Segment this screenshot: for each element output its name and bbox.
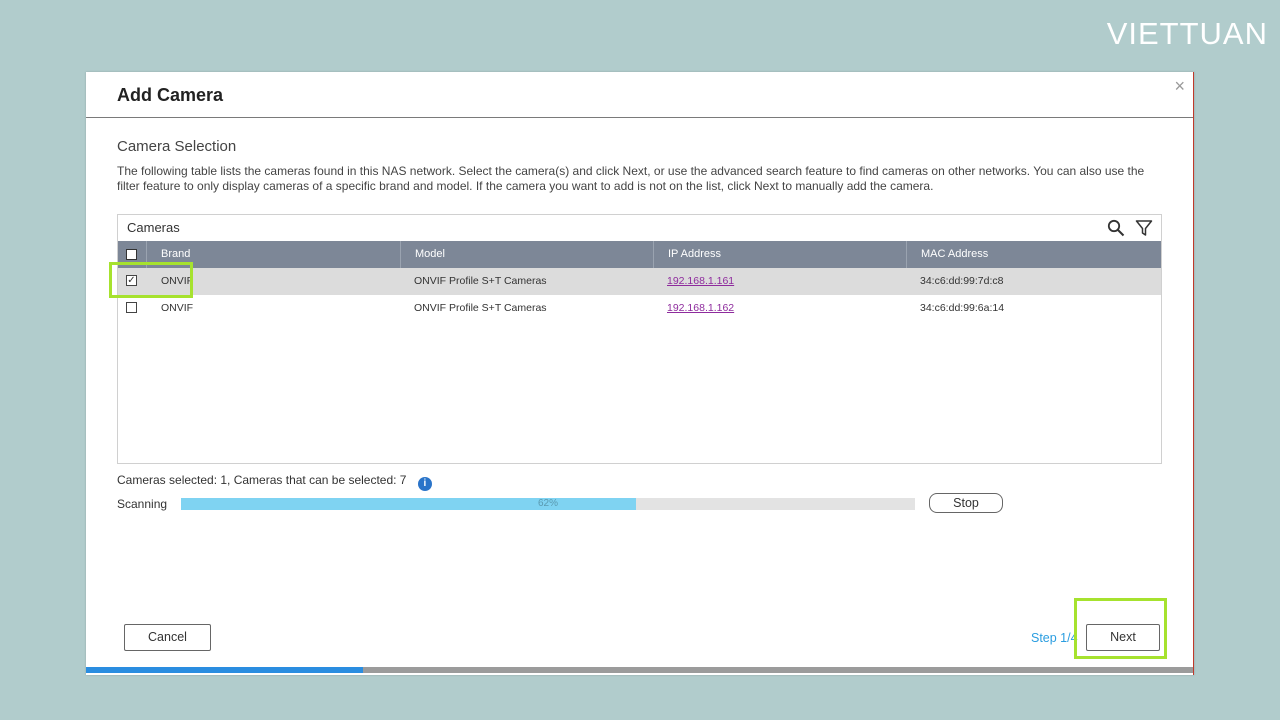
close-icon[interactable]: ×	[1174, 76, 1185, 97]
table-header: Brand Model IP Address MAC Address	[118, 241, 1161, 268]
brand-logo: VIETTUAN	[1106, 16, 1268, 51]
add-camera-dialog: Add Camera × Camera Selection The follow…	[86, 72, 1194, 675]
cell-model: ONVIF Profile S+T Cameras	[414, 275, 547, 287]
cell-brand: ONVIF	[161, 275, 194, 287]
row-checkbox[interactable]	[126, 302, 137, 313]
cell-mac: 34:c6:dd:99:6a:14	[920, 302, 1005, 314]
search-icon[interactable]	[1107, 219, 1125, 237]
row-checkbox[interactable]: ✓	[126, 275, 137, 286]
dialog-title: Add Camera	[117, 85, 224, 105]
cell-ip-link[interactable]: 192.168.1.162	[667, 295, 734, 322]
scan-progress-text: 62%	[537, 498, 558, 509]
stop-button[interactable]: Stop	[929, 493, 1003, 513]
selection-summary: Cameras selected: 1, Cameras that can be…	[117, 473, 432, 491]
cell-brand: ONVIF	[161, 302, 194, 314]
selection-summary-text: Cameras selected: 1, Cameras that can be…	[117, 473, 407, 487]
section-title: Camera Selection	[117, 138, 237, 155]
table-tools	[1107, 219, 1153, 237]
table-caption: Cameras	[127, 220, 180, 235]
column-brand[interactable]: Brand	[146, 241, 400, 268]
wizard-progress-bar	[86, 667, 1193, 673]
cell-mac: 34:c6:dd:99:7d:c8	[920, 275, 1004, 287]
scan-progress-bar: 62%	[181, 498, 915, 510]
table-row[interactable]: ONVIF ONVIF Profile S+T Cameras 192.168.…	[118, 295, 1161, 322]
filter-icon[interactable]	[1135, 219, 1153, 237]
title-divider	[86, 117, 1193, 118]
cell-ip-link[interactable]: 192.168.1.161	[667, 268, 734, 295]
next-button[interactable]: Next	[1086, 624, 1160, 651]
wizard-progress-fill	[86, 667, 363, 673]
step-indicator: Step 1/4	[1031, 631, 1078, 645]
cell-model: ONVIF Profile S+T Cameras	[414, 302, 547, 314]
scanning-label: Scanning	[117, 497, 168, 511]
description-text: The following table lists the cameras fo…	[117, 164, 1145, 193]
column-ip-address[interactable]: IP Address	[653, 241, 906, 268]
cancel-button[interactable]: Cancel	[124, 624, 211, 651]
column-model[interactable]: Model	[400, 241, 653, 268]
info-icon[interactable]: i	[417, 477, 432, 491]
select-all-checkbox[interactable]	[126, 249, 137, 260]
table-row[interactable]: ✓ ONVIF ONVIF Profile S+T Cameras 192.16…	[118, 268, 1161, 295]
camera-table: Cameras Brand Model IP Address MAC Addre…	[109, 214, 1162, 464]
column-mac-address[interactable]: MAC Address	[906, 241, 1161, 268]
